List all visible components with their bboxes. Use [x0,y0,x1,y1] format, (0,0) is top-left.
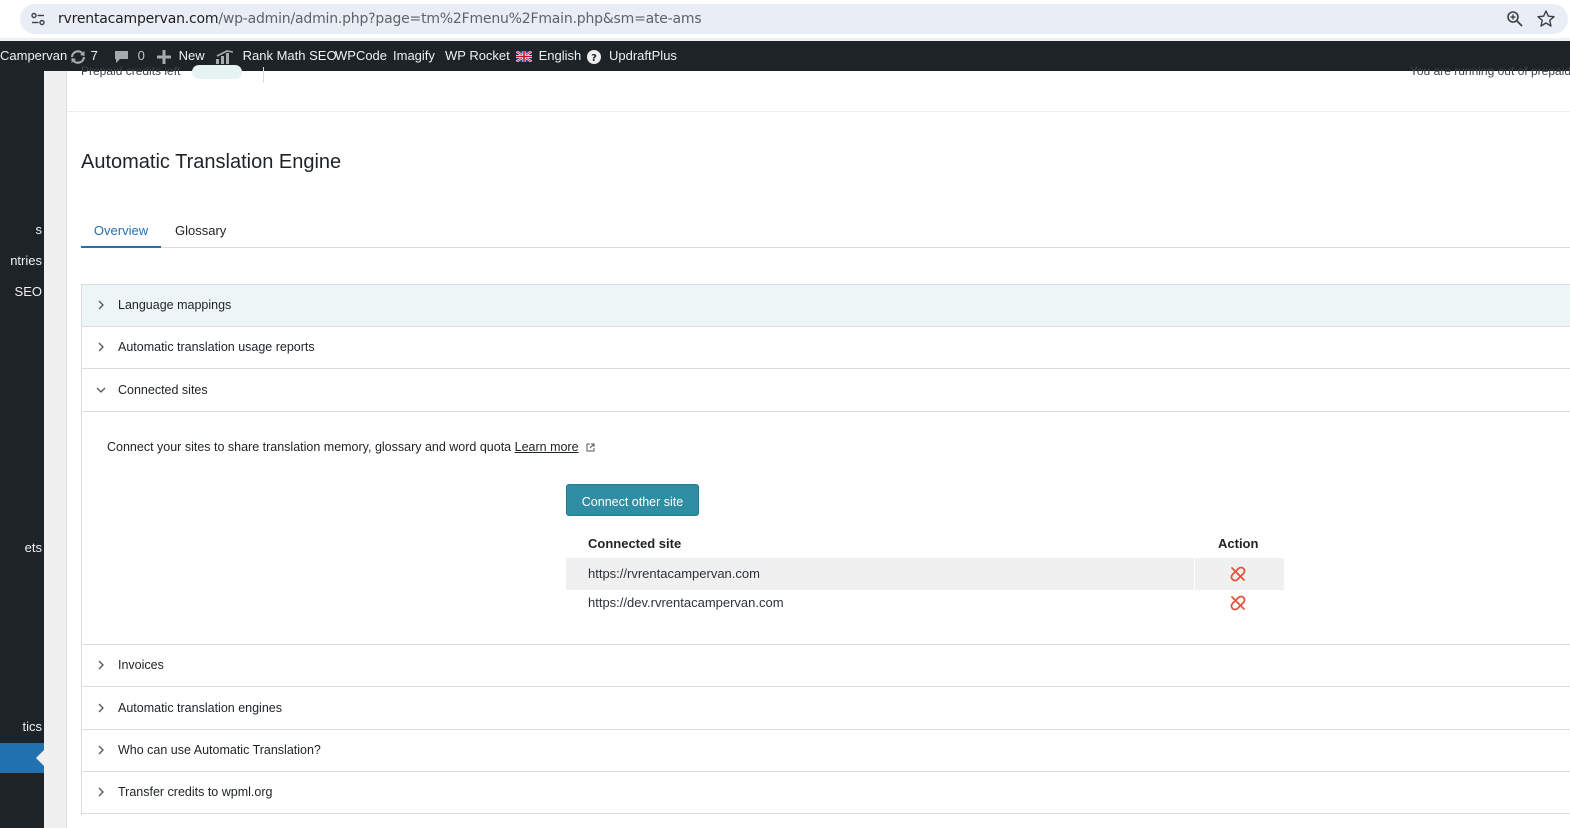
connect-other-site-button[interactable]: Connect other site [566,484,699,516]
browser-toolbar: rvrentacampervan.com/wp-admin/admin.php?… [0,0,1570,38]
address-bar[interactable]: rvrentacampervan.com/wp-admin/admin.php?… [20,4,1568,34]
chevron-right-icon [98,300,104,310]
chevron-right-icon [98,745,104,755]
comments-icon [115,50,128,63]
sidebar-item-4[interactable]: ets [25,540,42,555]
updates-icon [70,49,86,64]
sidebar-item-5[interactable]: tics [23,719,43,734]
table-row: https://dev.rvrentacampervan.com [566,587,1284,619]
accordion-label: Language mappings [118,298,232,312]
accordion-label: Invoices [118,658,164,672]
accordion-label: Automatic translation usage reports [118,340,315,354]
site-url: https://rvrentacampervan.com [588,566,760,581]
connected-sites-intro: Connect your sites to share translation … [107,440,595,454]
unlink-icon[interactable] [1230,595,1246,611]
accordion-transfer-credits[interactable]: Transfer credits to wpml.org [82,772,1570,814]
external-link-icon [586,443,595,452]
comments-count: 0 [137,48,145,63]
learn-more-link[interactable]: Learn more [515,440,579,454]
admin-sidebar: s ntries SEO ets tics [0,71,44,828]
connected-sites-panel: Connect your sites to share translation … [82,412,1570,645]
uk-flag-icon [516,51,532,63]
table-row: https://rvrentacampervan.com [566,558,1284,590]
credits-badge [192,65,242,79]
site-url: https://dev.rvrentacampervan.com [588,595,784,610]
tab-glossary[interactable]: Glossary [175,217,226,246]
bookmark-star-icon[interactable] [1536,9,1556,29]
accordion-connected-sites[interactable]: Connected sites [82,370,1570,412]
language-label: English [538,48,582,63]
plus-icon [157,49,171,64]
chevron-right-icon [98,342,104,352]
tab-bar: Overview Glossary [81,217,1570,248]
adminbar-wp-rocket[interactable]: WP Rocket [445,41,510,71]
chevron-right-icon [98,787,104,797]
accordion-translation-engines[interactable]: Automatic translation engines [82,688,1570,730]
new-label: New [178,48,205,63]
zoom-icon[interactable] [1506,10,1524,28]
accordion-label: Transfer credits to wpml.org [118,785,273,799]
accordion-language-mappings[interactable]: Language mappings [82,285,1570,327]
adminbar-wpcode[interactable]: WPCode [335,41,387,71]
chevron-right-icon [98,703,104,713]
chevron-right-icon [98,660,104,670]
sidebar-item-2[interactable]: ntries [10,253,42,268]
prepaid-credits-label: Prepaid credits left [81,64,181,78]
adminbar-updraftplus[interactable]: UpdraftPlus [609,41,677,71]
column-divider [1194,558,1195,590]
main-content: Prepaid credits left You are running out… [66,64,1570,828]
intro-text: Connect your sites to share translation … [107,440,512,454]
rank-math-icon [216,49,234,64]
sidebar-item-1[interactable]: s [36,222,43,237]
updates-count: 7 [90,48,98,63]
column-header-action: Action [1218,536,1259,551]
sidebar-item-3[interactable]: SEO [15,284,42,299]
accordion-usage-reports[interactable]: Automatic translation usage reports [82,327,1570,369]
chevron-down-icon [96,387,106,393]
accordion-who-can-use[interactable]: Who can use Automatic Translation? [82,730,1570,772]
accordion: Language mappings Automatic translation … [81,284,1570,815]
column-divider [1194,587,1195,619]
accordion-label: Who can use Automatic Translation? [118,743,321,757]
credits-strip: Prepaid credits left You are running out… [67,64,1570,112]
adminbar-imagify[interactable]: Imagify [393,41,435,71]
unlink-icon[interactable] [1230,566,1246,582]
accordion-invoices[interactable]: Invoices [82,645,1570,687]
strip-divider [263,67,264,83]
accordion-label: Connected sites [118,383,208,397]
adminbar-language[interactable]: English ? [516,41,601,71]
accordion-label: Automatic translation engines [118,701,282,715]
column-header-connected-site: Connected site [588,536,682,551]
page-title: Automatic Translation Engine [81,151,342,173]
credits-warning-text: You are running out of prepaid [1409,64,1570,78]
tab-overview[interactable]: Overview [81,217,161,248]
adminbar-site-name[interactable]: Campervan [0,41,67,71]
svg-text:?: ? [591,53,597,64]
help-circle-icon: ? [586,49,601,64]
current-menu-arrow [36,750,44,766]
rank-math-label: Rank Math SEO [242,48,337,63]
url-text[interactable]: rvrentacampervan.com/wp-admin/admin.php?… [58,4,702,34]
site-info-icon[interactable] [30,11,46,27]
